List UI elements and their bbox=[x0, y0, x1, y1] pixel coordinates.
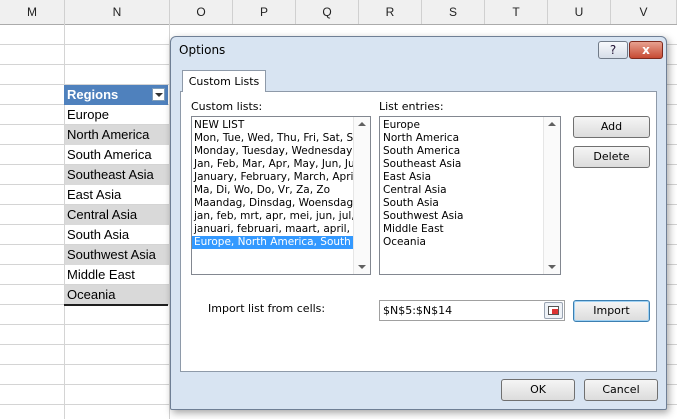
table-bottom-border bbox=[64, 304, 168, 306]
column-header-p[interactable]: P bbox=[233, 0, 296, 24]
entry-line: Southeast Asia bbox=[383, 158, 462, 170]
import-range-input[interactable]: $N$5:$N$14 bbox=[379, 300, 565, 321]
close-button[interactable]: x bbox=[629, 41, 663, 59]
column-header-s[interactable]: S bbox=[422, 0, 485, 24]
dialog-title: Options bbox=[179, 43, 226, 57]
list-entries-scrollbar[interactable] bbox=[543, 117, 560, 274]
custom-lists-scrollbar[interactable] bbox=[353, 117, 370, 274]
list-item[interactable]: januari, februari, maart, april, r bbox=[192, 223, 354, 236]
table-cell[interactable]: South Asia bbox=[65, 225, 169, 245]
filter-dropdown-icon[interactable] bbox=[152, 88, 165, 101]
table-cell[interactable]: Southeast Asia bbox=[65, 165, 169, 185]
list-item[interactable]: Jan, Feb, Mar, Apr, May, Jun, Ju bbox=[192, 158, 354, 171]
add-button[interactable]: Add bbox=[573, 116, 650, 138]
custom-lists-panel: Custom lists: List entries: NEW LIST Mon… bbox=[180, 91, 657, 372]
column-header-q[interactable]: Q bbox=[296, 0, 359, 24]
list-item[interactable]: jan, feb, mrt, apr, mei, jun, jul, bbox=[192, 210, 354, 223]
custom-lists-label: Custom lists: bbox=[191, 100, 263, 113]
column-header-t[interactable]: T bbox=[485, 0, 548, 24]
delete-button[interactable]: Delete bbox=[573, 146, 650, 168]
list-item[interactable]: Maandag, Dinsdag, Woensdag bbox=[192, 197, 354, 210]
entry-line: Oceania bbox=[383, 236, 426, 248]
entry-line: Central Asia bbox=[383, 184, 447, 196]
column-header-u[interactable]: U bbox=[548, 0, 611, 24]
table-cell[interactable]: Central Asia bbox=[65, 205, 169, 225]
custom-lists-listbox[interactable]: NEW LIST Mon, Tue, Wed, Thu, Fri, Sat, S… bbox=[191, 116, 371, 275]
entry-line: East Asia bbox=[383, 171, 431, 183]
column-header-r[interactable]: R bbox=[359, 0, 422, 24]
table-cell[interactable]: Middle East bbox=[65, 265, 169, 285]
scroll-up-icon[interactable] bbox=[548, 122, 556, 126]
list-item[interactable]: Monday, Tuesday, Wednesday, bbox=[192, 145, 354, 158]
collapse-dialog-icon[interactable] bbox=[544, 302, 563, 319]
list-item[interactable]: Mon, Tue, Wed, Thu, Fri, Sat, S bbox=[192, 132, 354, 145]
entry-line: Middle East bbox=[383, 223, 444, 235]
entry-line: Europe bbox=[383, 119, 420, 131]
import-range-value: $N$5:$N$14 bbox=[383, 304, 453, 317]
column-header-n[interactable]: N bbox=[65, 0, 170, 24]
import-button[interactable]: Import bbox=[573, 300, 650, 322]
help-button[interactable]: ? bbox=[598, 41, 628, 59]
ok-button[interactable]: OK bbox=[501, 379, 575, 401]
list-item[interactable]: NEW LIST bbox=[192, 119, 354, 132]
list-item-selected[interactable]: Europe, North America, South bbox=[192, 236, 354, 249]
column-header-o[interactable]: O bbox=[170, 0, 233, 24]
table-cell[interactable]: North America bbox=[65, 125, 169, 145]
table-header-label: Regions bbox=[67, 87, 119, 102]
list-entries-label: List entries: bbox=[379, 100, 444, 113]
column-header-m[interactable]: M bbox=[0, 0, 65, 24]
table-cell[interactable]: Europe bbox=[65, 105, 169, 125]
options-dialog: Options ? x Custom Lists Custom lists: L… bbox=[170, 36, 667, 410]
import-from-label: Import list from cells: bbox=[208, 302, 326, 315]
list-entries-textbox[interactable]: Europe North America South America South… bbox=[379, 116, 561, 275]
list-item[interactable]: Ma, Di, Wo, Do, Vr, Za, Zo bbox=[192, 184, 354, 197]
cancel-button[interactable]: Cancel bbox=[584, 379, 658, 401]
entry-line: South Asia bbox=[383, 197, 439, 209]
entry-line: North America bbox=[383, 132, 460, 144]
scroll-down-icon[interactable] bbox=[548, 265, 556, 269]
table-cell[interactable]: Oceania bbox=[65, 285, 169, 305]
table-header-regions[interactable]: Regions bbox=[64, 85, 168, 105]
list-item[interactable]: January, February, March, Apri bbox=[192, 171, 354, 184]
column-header-v[interactable]: V bbox=[611, 0, 677, 24]
table-cell[interactable]: South America bbox=[65, 145, 169, 165]
scroll-down-icon[interactable] bbox=[358, 265, 366, 269]
table-cell[interactable]: Southwest Asia bbox=[65, 245, 169, 265]
tab-custom-lists[interactable]: Custom Lists bbox=[182, 70, 266, 92]
entry-line: Southwest Asia bbox=[383, 210, 464, 222]
scroll-up-icon[interactable] bbox=[358, 122, 366, 126]
table-cell[interactable]: East Asia bbox=[65, 185, 169, 205]
column-header-bar: M N O P Q R S T U V bbox=[0, 0, 677, 25]
entry-line: South America bbox=[383, 145, 461, 157]
